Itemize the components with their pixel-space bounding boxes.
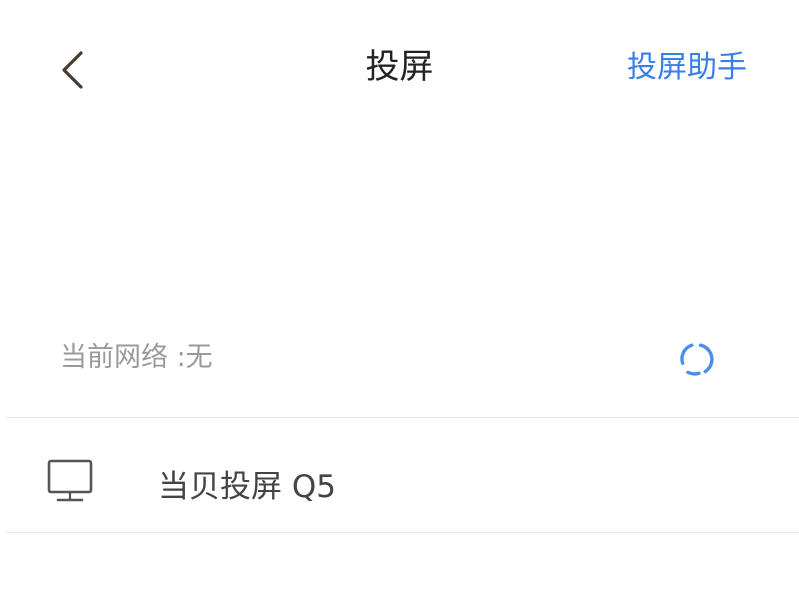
- refresh-button[interactable]: [668, 334, 724, 384]
- divider: [6, 417, 799, 418]
- tv-icon: [47, 459, 93, 502]
- loading-spinner-icon: [680, 343, 714, 376]
- divider: [6, 532, 799, 533]
- network-status-row: 当前网络 :无: [0, 320, 799, 418]
- device-list-item[interactable]: 当贝投屏 Q5: [0, 420, 799, 532]
- network-status-label: 当前网络 :无: [60, 342, 213, 373]
- cast-assistant-button[interactable]: 投屏助手: [627, 46, 747, 90]
- cast-screen: 投屏 投屏助手 当前网络 :无 当贝投屏 Q5: [0, 0, 799, 599]
- navigation-bar: 投屏 投屏助手: [0, 0, 799, 130]
- device-name: 当贝投屏 Q5: [158, 469, 336, 505]
